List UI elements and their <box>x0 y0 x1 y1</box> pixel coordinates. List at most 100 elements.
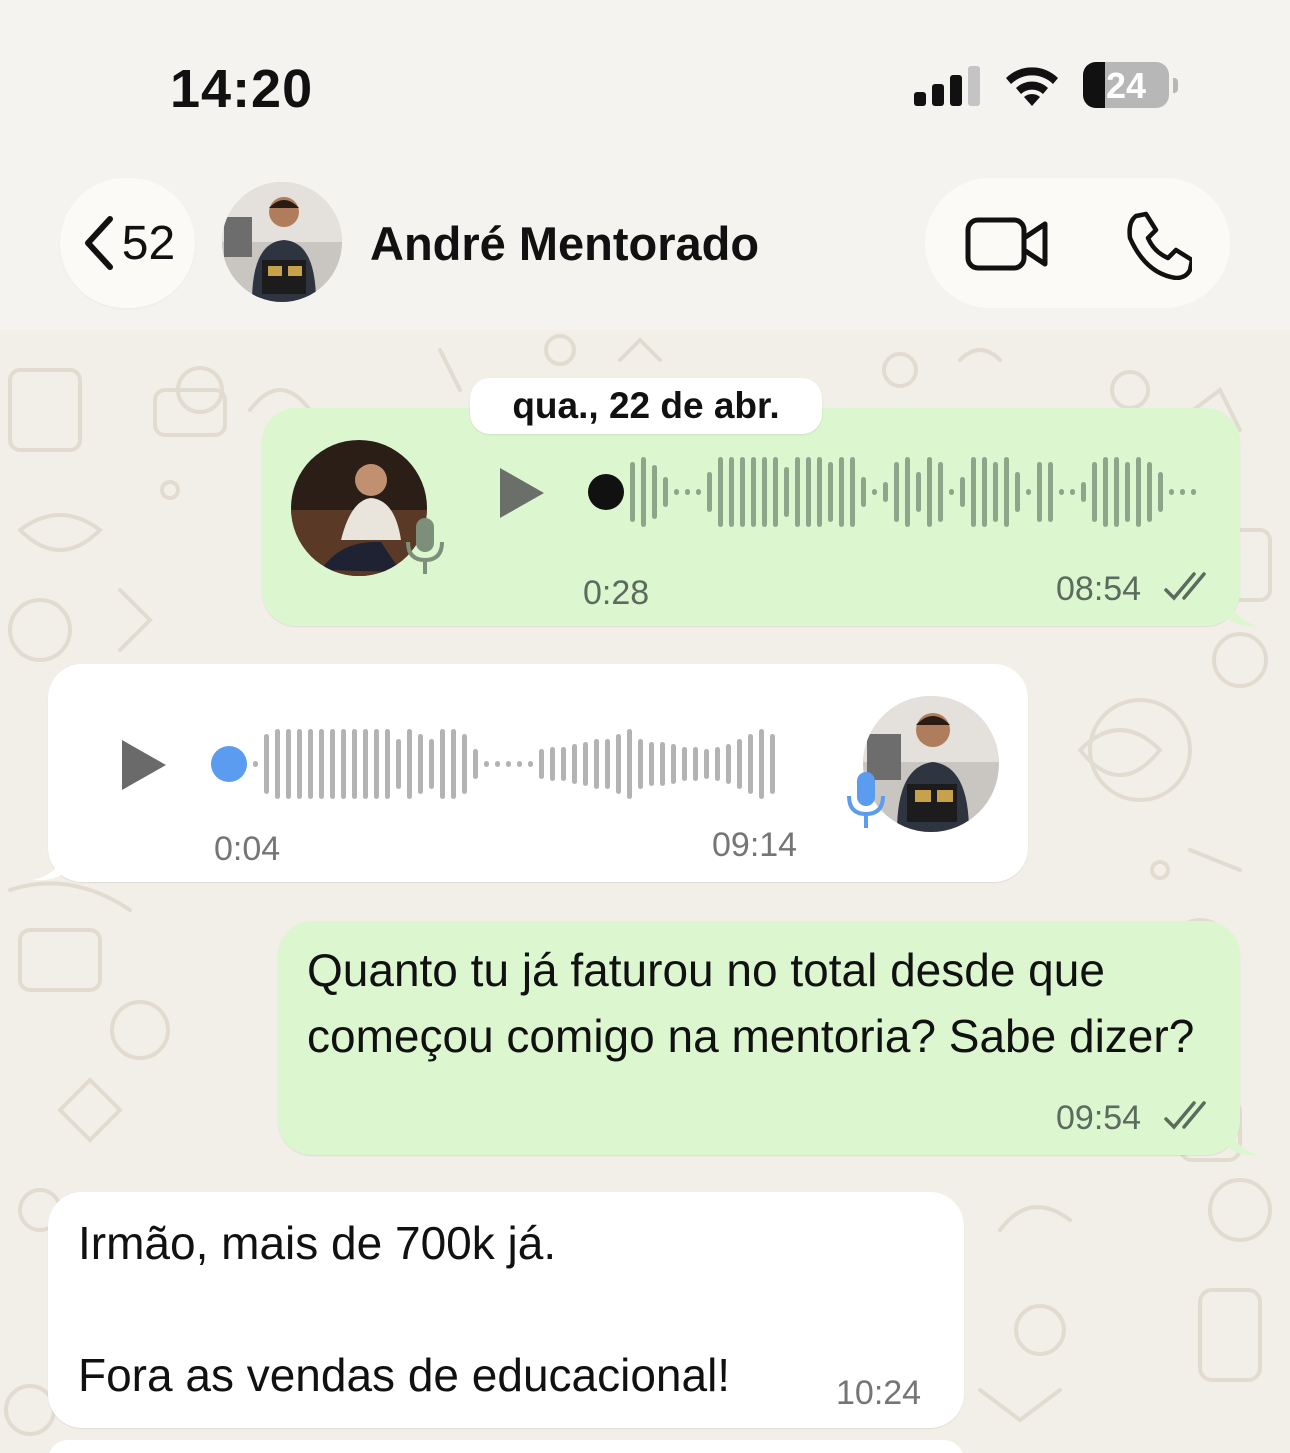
contact-avatar[interactable] <box>222 182 342 302</box>
status-time: 14:20 <box>170 59 314 119</box>
audio-waveform[interactable] <box>211 724 811 804</box>
voice-duration: 0:04 <box>214 830 281 868</box>
waveform-bar <box>726 744 731 784</box>
unread-count: 52 <box>121 216 176 270</box>
battery-level: 24 <box>1105 65 1147 106</box>
voice-message-outgoing[interactable]: 0:28 08:54 <box>262 408 1259 627</box>
voice-message-incoming[interactable]: 0:04 09:14 <box>32 664 1028 882</box>
waveform-bar <box>1037 462 1042 522</box>
contact-name[interactable]: André Mentorado <box>370 216 759 271</box>
waveform-bar <box>462 734 467 794</box>
waveform-bar <box>704 749 709 779</box>
waveform-bar <box>319 729 324 799</box>
waveform-bar <box>495 761 500 767</box>
waveform-bar <box>1092 462 1097 522</box>
waveform-bar <box>407 729 412 799</box>
waveform-bar <box>1169 489 1174 495</box>
waveform-bar <box>718 457 723 527</box>
waveform-bar <box>737 739 742 789</box>
message-text: Quanto tu já faturou no total desde que … <box>307 944 1195 1062</box>
waveform-bar <box>938 462 943 522</box>
waveform-bar <box>1114 457 1119 527</box>
waveform-bar <box>652 465 657 519</box>
waveform-bar <box>630 462 635 522</box>
waveform-bar <box>982 457 987 527</box>
text-message-incoming-partial[interactable] <box>48 1440 964 1453</box>
voice-duration: 0:28 <box>583 574 650 612</box>
message-text: Irmão, mais de 700k já. Fora as vendas d… <box>78 1217 731 1401</box>
waveform-bar <box>374 729 379 799</box>
waveform-bar <box>286 729 291 799</box>
video-camera-icon[interactable] <box>965 216 1049 272</box>
waveform-bar <box>762 457 767 527</box>
phone-icon[interactable] <box>1122 210 1192 280</box>
waveform-bar <box>638 739 643 789</box>
waveform-bar <box>671 744 676 784</box>
waveform-bar <box>927 457 932 527</box>
waveform-bar <box>473 749 478 779</box>
waveform-bar <box>451 729 456 799</box>
bubble-tail <box>1227 598 1259 627</box>
waveform-bar <box>308 729 313 799</box>
waveform-bar <box>729 457 734 527</box>
cellular-signal-icon <box>914 66 980 106</box>
wifi-icon <box>1006 67 1058 106</box>
microphone-icon <box>406 518 444 574</box>
waveform-bar <box>828 462 833 522</box>
waveform-bar <box>806 457 811 527</box>
waveform-bar <box>1026 489 1031 495</box>
waveform-bar <box>740 457 745 527</box>
read-receipt-icon <box>1164 572 1206 601</box>
waveform-bar <box>971 457 976 527</box>
play-icon[interactable] <box>498 466 548 520</box>
waveform-bar <box>748 734 753 794</box>
waveform-bar <box>396 739 401 789</box>
waveform-bar <box>594 739 599 789</box>
bubble-tail <box>32 852 66 881</box>
waveform-bar <box>627 729 632 799</box>
battery-indicator: 24 <box>1083 62 1179 110</box>
waveform-bar <box>352 729 357 799</box>
waveform-bar <box>916 472 921 512</box>
waveform-bar <box>872 489 877 495</box>
waveform-bar <box>440 729 445 799</box>
text-message-outgoing[interactable]: Quanto tu já faturou no total desde que … <box>278 921 1260 1156</box>
waveform-bar <box>550 747 555 781</box>
waveform-bar <box>385 729 390 799</box>
waveform-bar <box>1070 489 1075 495</box>
waveform-bar <box>297 729 302 799</box>
waveform-bar <box>275 729 280 799</box>
chevron-left-icon <box>84 216 113 270</box>
waveform-bar <box>1158 472 1163 512</box>
read-receipt-icon <box>1164 1101 1206 1130</box>
waveform-bar <box>839 457 844 527</box>
waveform-bar <box>795 457 800 527</box>
waveform-bar <box>583 742 588 786</box>
contact-avatar-image <box>222 182 342 302</box>
waveform-bar <box>1147 462 1152 522</box>
text-message-incoming[interactable]: Irmão, mais de 700k já. Fora as vendas d… <box>48 1192 964 1428</box>
waveform-bar <box>1004 457 1009 527</box>
waveform-bar <box>1125 462 1130 522</box>
waveform-bar <box>784 467 789 517</box>
waveform-bar <box>341 729 346 799</box>
microphone-icon <box>847 772 885 828</box>
playback-progress-dot[interactable] <box>211 746 247 782</box>
waveform-bar <box>264 734 269 794</box>
waveform-bar <box>641 457 646 527</box>
play-icon[interactable] <box>120 738 170 792</box>
audio-waveform[interactable] <box>588 452 1198 532</box>
waveform-bar <box>660 742 665 786</box>
bubble-tail <box>1228 1127 1260 1156</box>
waveform-bar <box>1059 489 1064 495</box>
waveform-bar <box>850 457 855 527</box>
waveform-bar <box>960 477 965 507</box>
waveform-bar <box>993 462 998 522</box>
waveform-bar <box>817 457 822 527</box>
back-button[interactable]: 52 <box>60 178 195 308</box>
chat-header: 52 André Mentorado <box>0 160 1290 330</box>
playback-progress-dot[interactable] <box>588 474 624 510</box>
waveform-bar <box>682 747 687 781</box>
waveform-bar <box>616 734 621 794</box>
waveform-bar <box>1015 472 1020 512</box>
